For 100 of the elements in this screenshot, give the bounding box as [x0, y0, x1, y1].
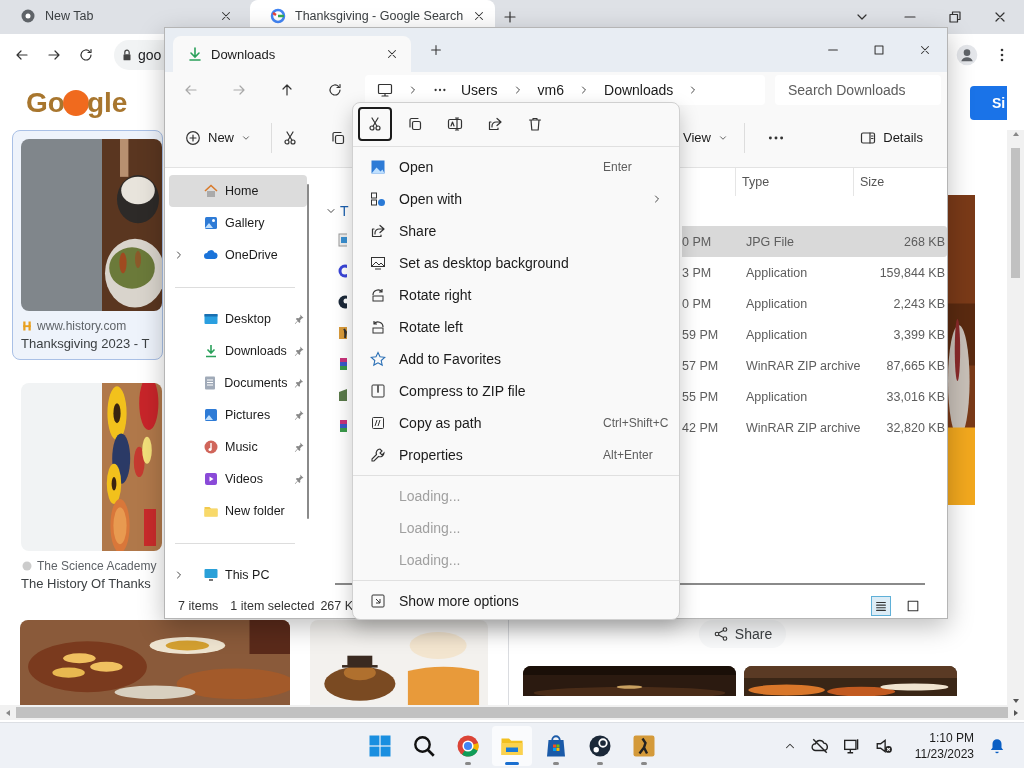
view-button[interactable]: View — [683, 130, 728, 145]
nav-item[interactable]: Desktop — [169, 303, 307, 335]
nav-item[interactable]: Documents — [169, 367, 307, 399]
menu-item[interactable]: Set as desktop background — [357, 247, 675, 279]
tab-title: New Tab — [45, 8, 95, 23]
nav-item[interactable]: Music — [169, 431, 307, 463]
maximize-icon[interactable] — [872, 43, 886, 57]
new-tab-icon[interactable] — [502, 9, 518, 25]
layout-button[interactable] — [871, 596, 891, 616]
copy-icon[interactable] — [330, 129, 346, 146]
result-card[interactable]: www.history.com Thanksgiving 2023 - T — [12, 130, 163, 360]
file-row[interactable]: 0 PM Application 2,243 KB — [682, 288, 947, 319]
file-row[interactable]: 42 PM WinRAR ZIP archive 32,820 KB — [682, 412, 947, 443]
new-tab-icon[interactable] — [429, 43, 443, 57]
scrollbar-thumb[interactable] — [16, 707, 1008, 718]
new-button[interactable]: New — [185, 129, 251, 146]
menu-item[interactable]: Copy as path Ctrl+Shift+C — [357, 407, 675, 439]
close-icon[interactable] — [385, 47, 399, 61]
scrollbar-thumb[interactable] — [1011, 148, 1020, 278]
details-button[interactable]: Details — [860, 129, 923, 146]
store-icon — [544, 733, 568, 758]
menu-item[interactable]: Add to Favorites — [357, 343, 675, 375]
breadcrumb-item[interactable]: Users — [461, 82, 498, 98]
file-row[interactable]: 57 PM WinRAR ZIP archive 87,665 KB — [682, 350, 947, 381]
clock[interactable]: 1:10 PM 11/23/2023 — [914, 729, 974, 762]
close-icon[interactable] — [918, 43, 932, 57]
menu-item[interactable]: Open with — [357, 183, 675, 215]
profile-icon[interactable] — [956, 44, 978, 66]
result-card[interactable]: The Science Academy The History Of Thanks — [12, 374, 163, 600]
tab-title: Thanksgiving - Google Search — [295, 8, 464, 23]
nav-item[interactable]: Videos — [169, 463, 307, 495]
file-row[interactable]: 0 PM JPG File 268 KB — [682, 226, 947, 257]
explorer-tab[interactable]: Downloads — [173, 36, 411, 72]
cloud-off-icon[interactable] — [810, 736, 829, 755]
menu-item[interactable]: Rotate left — [357, 311, 675, 343]
cut-icon[interactable] — [282, 129, 298, 146]
scrollbar[interactable] — [1007, 130, 1024, 705]
clock-time: 1:10 PM — [929, 729, 974, 746]
column-header[interactable]: Size — [853, 168, 931, 196]
result-title[interactable]: Thanksgiving 2023 - T — [21, 336, 150, 351]
cut-icon[interactable] — [358, 107, 392, 141]
breadcrumb-item[interactable]: vm6 — [537, 82, 564, 98]
pin-icon[interactable] — [293, 377, 305, 389]
notification-icon[interactable] — [988, 736, 1006, 755]
nav-item[interactable]: Home — [169, 175, 307, 207]
file-row[interactable]: 3 PM Application 159,844 KB — [682, 257, 947, 288]
pin-icon[interactable] — [293, 409, 305, 421]
browser-tab[interactable]: Thanksgiving - Google Search — [250, 0, 495, 27]
column-header[interactable]: Type — [735, 168, 853, 196]
search-icon — [412, 733, 436, 758]
group-header[interactable]: T — [340, 203, 349, 219]
google-logo[interactable]: Go gle — [26, 87, 128, 119]
volume-muted-icon[interactable] — [874, 736, 893, 755]
nav-label: Documents — [224, 376, 288, 390]
scroll-left-icon[interactable] — [4, 708, 12, 717]
pin-icon[interactable] — [293, 345, 305, 357]
nav-item[interactable]: Downloads — [169, 335, 307, 367]
menu-label: Share — [399, 223, 438, 239]
nav-item[interactable]: OneDrive — [169, 239, 307, 271]
scroll-up-icon[interactable] — [1011, 130, 1020, 138]
result-source: The Science Academy — [37, 559, 157, 573]
list-view-icon — [874, 599, 888, 613]
nav-item[interactable]: New folder — [169, 495, 307, 527]
share-button[interactable]: Share — [698, 620, 787, 648]
menu-label: Loading... — [399, 520, 462, 536]
browser-tab[interactable]: New Tab — [0, 0, 245, 27]
globe-icon — [20, 7, 36, 24]
breadcrumb-item[interactable]: Downloads — [604, 82, 674, 98]
sign-in-button[interactable]: Si — [970, 86, 1007, 120]
address-bar[interactable]: Users vm6 Downloads — [365, 75, 765, 105]
pin-icon[interactable] — [293, 473, 305, 485]
scrollbar[interactable] — [0, 705, 1024, 720]
pin-icon[interactable] — [293, 441, 305, 453]
file-row[interactable]: 55 PM Application 33,016 KB — [682, 381, 947, 412]
menu-label: Set as desktop background — [399, 255, 570, 271]
menu-item-icon — [370, 415, 386, 431]
menu-item[interactable]: Show more options — [357, 585, 675, 617]
result-title[interactable]: The History Of Thanks — [21, 576, 151, 591]
restore-icon[interactable] — [947, 9, 963, 25]
file-date: 59 PM — [682, 327, 720, 342]
nav-item[interactable]: Gallery — [169, 207, 307, 239]
menu-item[interactable]: Open Enter — [357, 151, 675, 183]
network-icon[interactable] — [842, 736, 861, 755]
scroll-right-icon[interactable] — [1012, 708, 1020, 717]
address-bar[interactable]: goo — [114, 40, 166, 70]
g-icon — [270, 7, 286, 24]
refresh-icon[interactable] — [327, 82, 343, 98]
menu-item[interactable]: Compress to ZIP file — [357, 375, 675, 407]
nav-item[interactable]: This PC — [169, 559, 307, 591]
reload-icon[interactable] — [78, 47, 94, 63]
pin-icon[interactable] — [293, 313, 305, 325]
search-field[interactable]: Search Downloads — [775, 75, 941, 105]
file-date: 3 PM — [682, 265, 713, 280]
menu-item[interactable]: Properties Alt+Enter — [357, 439, 675, 471]
file-size: 33,016 KB — [885, 389, 945, 404]
menu-item[interactable]: Share — [357, 215, 675, 247]
nav-item[interactable]: Pictures — [169, 399, 307, 431]
menu-item[interactable]: Rotate right — [357, 279, 675, 311]
file-row[interactable]: 59 PM Application 3,399 KB — [682, 319, 947, 350]
file-type: Application — [746, 265, 809, 280]
